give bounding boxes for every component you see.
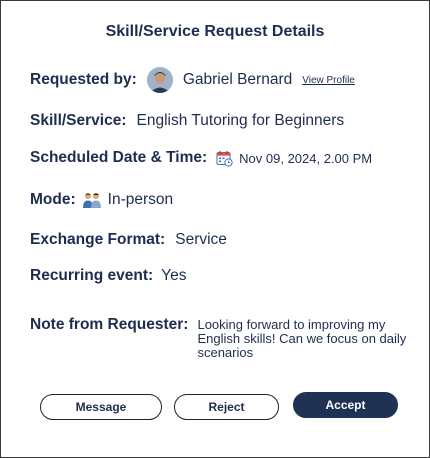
skill-label: Skill/Service: [30, 112, 127, 129]
avatar-image [146, 67, 173, 93]
skill-value: English Tutoring for Beginners [136, 112, 345, 129]
mode-value: In-person [107, 191, 174, 208]
view-profile-link[interactable]: View Profile [302, 75, 355, 86]
exchange-row: Exchange Format: Service [30, 231, 227, 249]
message-button[interactable]: Message [40, 394, 162, 420]
note-label: Note from Requester: [30, 316, 189, 333]
mode-label: Mode: [30, 191, 76, 208]
mode-row: Mode: In-person [30, 191, 173, 209]
note-value: Looking forward to improving my English … [197, 317, 407, 360]
requested-by-label: Requested by: [30, 71, 137, 88]
requested-by-row: Requested by: Gabriel Bernard View Profi… [30, 67, 355, 93]
schedule-value: Nov 09, 2024, 2.00 PM [239, 150, 373, 166]
skill-row: Skill/Service: English Tutoring for Begi… [30, 112, 344, 130]
recurring-value: Yes [161, 267, 187, 284]
exchange-label: Exchange Format: [30, 231, 166, 248]
requester-name: Gabriel Bernard [182, 71, 293, 88]
avatar [146, 67, 173, 93]
schedule-label: Scheduled Date & Time: [30, 149, 208, 166]
recurring-row: Recurring event: Yes [30, 267, 186, 285]
recurring-label: Recurring event: [30, 267, 154, 284]
request-details-card: Skill/Service Request Details Requested … [0, 0, 430, 458]
people-icon [82, 191, 102, 209]
dialog-title: Skill/Service Request Details [105, 23, 325, 40]
reject-button[interactable]: Reject [174, 394, 279, 420]
schedule-row: Scheduled Date & Time: Nov 09, 2024, 2.0… [30, 149, 372, 167]
exchange-value: Service [175, 231, 227, 248]
accept-button[interactable]: Accept [293, 392, 398, 418]
calendar-icon [216, 150, 233, 167]
note-row: Note from Requester: Looking forward to … [30, 316, 409, 360]
